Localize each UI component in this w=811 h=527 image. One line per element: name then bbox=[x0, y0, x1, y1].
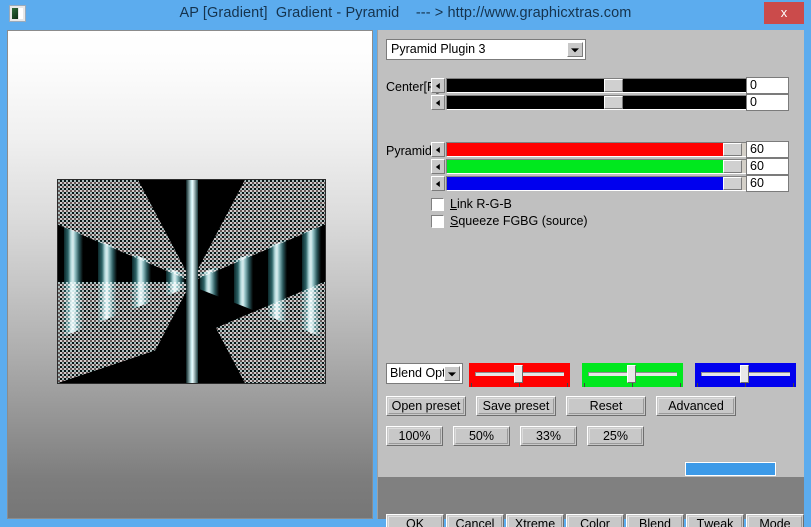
pyramid-slider-fill-g bbox=[447, 160, 724, 173]
color-button[interactable]: Color bbox=[566, 514, 624, 527]
center-slider-track-2[interactable] bbox=[446, 95, 762, 110]
preview-center-band bbox=[186, 180, 199, 383]
zoom-25-label: 25% bbox=[589, 428, 642, 444]
pyramid-slider-fill-b bbox=[447, 177, 724, 190]
checkbox-link-rgb-label: Link R-G-B bbox=[450, 197, 512, 211]
save-preset-button[interactable]: Save preset bbox=[476, 396, 556, 416]
title-bar: AP [Gradient] Gradient - Pyramid --- > h… bbox=[0, 0, 811, 27]
pyramid-slider-fill-r bbox=[447, 143, 724, 156]
center-value-input-2[interactable]: 0 bbox=[746, 94, 789, 111]
arrow-left-icon[interactable] bbox=[431, 142, 445, 157]
control-panel: Pyramid Plugin 3 Center[R]: 0 0 Pyramid: bbox=[377, 30, 804, 527]
center-slider-row-2[interactable] bbox=[431, 95, 791, 110]
checkbox-box[interactable] bbox=[431, 215, 444, 228]
pyramid-value-input-r[interactable]: 60 bbox=[746, 141, 789, 158]
arrow-left-icon[interactable] bbox=[431, 159, 445, 174]
arrow-left-icon[interactable] bbox=[431, 78, 445, 93]
center-value-input-1[interactable]: 0 bbox=[746, 77, 789, 94]
zoom-50-button[interactable]: 50% bbox=[453, 426, 510, 446]
pyramid-slider-row-r[interactable] bbox=[431, 142, 791, 157]
pyramid-slider-thumb-g[interactable] bbox=[723, 160, 743, 173]
zoom-33-label: 33% bbox=[522, 428, 575, 444]
blue-blend-slider[interactable] bbox=[695, 363, 796, 387]
mode-label: Mode bbox=[748, 516, 802, 527]
arrow-left-icon[interactable] bbox=[431, 95, 445, 110]
color-swatch-frame[interactable] bbox=[684, 461, 777, 477]
zoom-33-button[interactable]: 33% bbox=[520, 426, 577, 446]
pyramid-value-input-g[interactable]: 60 bbox=[746, 158, 789, 175]
advanced-label: Advanced bbox=[658, 398, 734, 414]
pyramid-slider-thumb-b[interactable] bbox=[723, 177, 743, 190]
zoom-50-label: 50% bbox=[455, 428, 508, 444]
green-blend-slider[interactable] bbox=[582, 363, 683, 387]
cancel-button[interactable]: Ca ncel bbox=[446, 514, 504, 527]
plugin-select[interactable]: Pyramid Plugin 3 bbox=[386, 39, 586, 60]
pyramid-slider-track-g[interactable] bbox=[446, 159, 762, 174]
advanced-button[interactable]: Advanced bbox=[656, 396, 736, 416]
pyramid-slider-row-b[interactable] bbox=[431, 176, 791, 191]
pyramid-slider-row-g[interactable] bbox=[431, 159, 791, 174]
center-slider-row-1[interactable] bbox=[431, 78, 791, 93]
plugin-dialog-window: AP [Gradient] Gradient - Pyramid --- > h… bbox=[0, 0, 811, 527]
ok-button[interactable]: OK bbox=[386, 514, 444, 527]
pyramid-label: Pyramid: bbox=[386, 144, 436, 158]
center-slider-thumb-2[interactable] bbox=[604, 96, 623, 109]
preview-pane[interactable] bbox=[7, 30, 373, 519]
center-slider-thumb-1[interactable] bbox=[604, 79, 623, 92]
reset-button[interactable]: Reset bbox=[566, 396, 646, 416]
mode-button[interactable]: Mode bbox=[746, 514, 804, 527]
xtreme-label: Xtreme bbox=[508, 516, 562, 527]
tweak-button[interactable]: Tweak bbox=[686, 514, 744, 527]
blend-label: Blend bbox=[628, 516, 682, 527]
pyramid-slider-thumb-r[interactable] bbox=[723, 143, 743, 156]
chevron-down-icon[interactable] bbox=[567, 42, 583, 57]
xtreme-button[interactable]: Xtreme bbox=[506, 514, 564, 527]
pyramid-slider-track-r[interactable] bbox=[446, 142, 762, 157]
ok-label: OK bbox=[388, 516, 442, 527]
red-blend-thumb[interactable] bbox=[514, 365, 524, 383]
blend-options-select[interactable]: Blend Opti bbox=[386, 363, 463, 384]
zoom-25-button[interactable]: 25% bbox=[587, 426, 644, 446]
pyramid-slider-track-b[interactable] bbox=[446, 176, 762, 191]
red-blend-slider[interactable] bbox=[469, 363, 570, 387]
chevron-down-icon[interactable] bbox=[444, 366, 460, 381]
center-slider-track-1[interactable] bbox=[446, 78, 762, 93]
green-blend-thumb[interactable] bbox=[627, 365, 637, 383]
footer-bar bbox=[378, 477, 804, 519]
open-preset-button[interactable]: Open preset bbox=[386, 396, 466, 416]
cancel-label: Ca ncel bbox=[448, 516, 502, 527]
tweak-label: Tweak bbox=[688, 516, 742, 527]
arrow-left-icon[interactable] bbox=[431, 176, 445, 191]
preview-image[interactable] bbox=[57, 179, 326, 384]
checkbox-box[interactable] bbox=[431, 198, 444, 211]
close-icon[interactable]: x bbox=[764, 2, 804, 24]
blue-blend-thumb[interactable] bbox=[740, 365, 750, 383]
pyramid-value-input-b[interactable]: 60 bbox=[746, 175, 789, 192]
checkbox-squeeze-fgbg-label: Squeeze FGBG (source) bbox=[450, 214, 588, 228]
zoom-100-label: 100% bbox=[388, 428, 441, 444]
window-title: AP [Gradient] Gradient - Pyramid --- > h… bbox=[179, 5, 632, 21]
color-swatch[interactable] bbox=[686, 463, 775, 475]
open-preset-label: Open preset bbox=[388, 398, 464, 414]
plugin-select-value: Pyramid Plugin 3 bbox=[391, 42, 486, 56]
reset-label: Reset bbox=[568, 398, 644, 414]
color-label: Color bbox=[568, 516, 622, 527]
blend-button[interactable]: Blend bbox=[626, 514, 684, 527]
zoom-100-button[interactable]: 100% bbox=[386, 426, 443, 446]
save-preset-label: Save preset bbox=[478, 398, 554, 414]
blend-options-value: Blend Opti bbox=[390, 366, 449, 380]
